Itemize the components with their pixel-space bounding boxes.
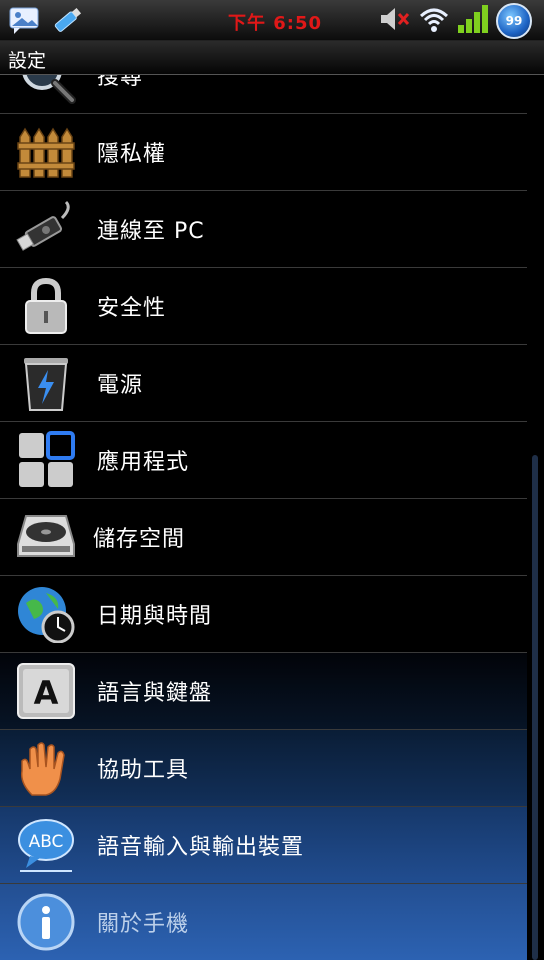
search-icon <box>16 75 76 104</box>
settings-item-label: 連線至 PC <box>97 219 205 244</box>
usb-icon <box>16 200 76 258</box>
settings-item-language-keyboard[interactable]: A 語言與鍵盤 <box>0 653 527 730</box>
settings-item-security[interactable]: 安全性 <box>0 268 527 345</box>
settings-item-applications[interactable]: 應用程式 <box>0 422 527 499</box>
settings-item-label: 協助工具 <box>97 758 190 783</box>
settings-item-label: 安全性 <box>97 296 167 321</box>
fence-icon <box>16 123 76 181</box>
settings-item-date-time[interactable]: 日期與時間 <box>0 576 527 653</box>
settings-item-connect-pc[interactable]: 連線至 PC <box>0 191 527 268</box>
lock-icon <box>16 277 76 335</box>
settings-item-label: 電源 <box>97 373 144 398</box>
hand-icon <box>16 739 76 797</box>
hard-drive-icon <box>16 508 76 566</box>
speech-bubble-abc-icon: ABC <box>16 816 76 874</box>
title-bar: 設定 <box>0 41 544 75</box>
settings-item-label: 語言與鍵盤 <box>97 681 213 706</box>
battery-bin-icon <box>16 354 76 412</box>
settings-item-about-phone[interactable]: 關於手機 <box>0 884 527 960</box>
settings-item-accessibility[interactable]: 協助工具 <box>0 730 527 807</box>
info-icon <box>16 893 76 951</box>
svg-text:A: A <box>34 674 59 712</box>
settings-item-voice-io[interactable]: ABC 語音輸入與輸出裝置 <box>0 807 527 884</box>
settings-item-label: 應用程式 <box>97 450 190 475</box>
clock: 下午 6:50 <box>228 13 323 34</box>
settings-item-label: 儲存空間 <box>93 527 186 552</box>
settings-list[interactable]: 搜尋 隱私權 連線至 PC 安全性 電源 應用程式 儲存空間 日期與時間 A 語… <box>0 75 527 960</box>
settings-item-label: 搜尋 <box>97 75 144 90</box>
status-bar: 下午 6:50 99 <box>0 0 544 41</box>
page-title: 設定 <box>8 50 47 72</box>
mute-icon <box>378 4 412 38</box>
scrollbar[interactable] <box>532 455 538 960</box>
photo-notification-icon[interactable] <box>8 4 42 36</box>
battery-icon: 99 <box>496 3 532 39</box>
svg-text:ABC: ABC <box>29 832 64 852</box>
settings-item-privacy[interactable]: 隱私權 <box>0 114 527 191</box>
settings-item-label: 隱私權 <box>97 142 167 167</box>
wifi-icon <box>418 4 450 38</box>
letter-a-key-icon: A <box>16 662 76 720</box>
settings-item-label: 日期與時間 <box>97 604 213 629</box>
usb-notification-icon[interactable] <box>50 4 84 36</box>
globe-clock-icon <box>16 585 76 644</box>
settings-item-label: 關於手機 <box>97 912 190 937</box>
settings-item-label: 語音輸入與輸出裝置 <box>97 835 305 860</box>
settings-item-power[interactable]: 電源 <box>0 345 527 422</box>
signal-strength-icon <box>456 3 490 39</box>
apps-grid-icon <box>16 431 76 489</box>
settings-item-search[interactable]: 搜尋 <box>0 75 527 114</box>
settings-item-storage[interactable]: 儲存空間 <box>0 499 527 576</box>
